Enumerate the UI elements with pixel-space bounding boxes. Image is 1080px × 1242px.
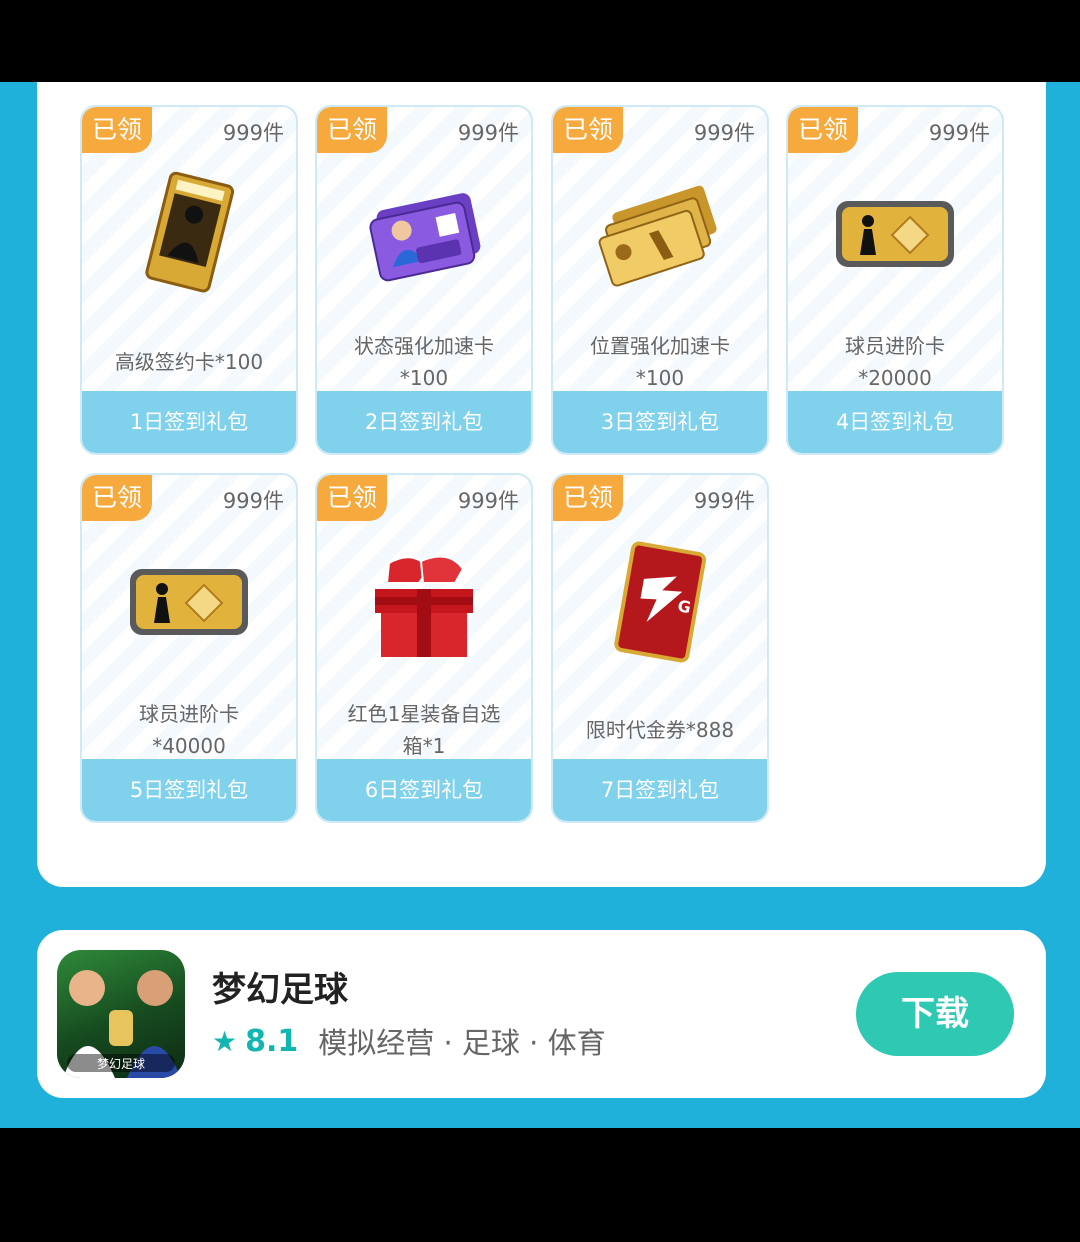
- app-download-card[interactable]: 梦幻足球 梦幻足球 ★ 8.1 模拟经营 · 足球 · 体育 下载: [37, 930, 1046, 1098]
- day-label: 2日签到礼包: [317, 391, 531, 453]
- gift-card-day6[interactable]: 已领 999件 红色1星装备自选 箱*1 6日签到礼包: [315, 473, 533, 823]
- claimed-badge: 已领: [553, 107, 623, 153]
- gift-card-day4[interactable]: 已领 999件 球员进阶卡 *20000 4日签到礼包: [786, 105, 1004, 455]
- app-tags: 模拟经营 · 足球 · 体育: [318, 1026, 606, 1060]
- item-count: 999件: [928, 121, 990, 145]
- claimed-badge: 已领: [553, 475, 623, 521]
- gift-card-day2[interactable]: 已领 999件 状态强化加速卡 *100 2日签到礼包: [315, 105, 533, 455]
- gift-card-day5[interactable]: 已领 999件 球员进阶卡 *40000 5日签到礼包: [80, 473, 298, 823]
- app-name: 梦幻足球: [212, 970, 348, 1010]
- app-icon[interactable]: 梦幻足球: [57, 950, 185, 1078]
- item-count: 999件: [457, 489, 519, 513]
- item-count: 999件: [222, 121, 284, 145]
- contract-card-icon: [82, 165, 296, 305]
- voucher-card-icon: G: [553, 533, 767, 673]
- gift-card-day1[interactable]: 已领 999件 高级签约卡*100 1日签到礼包: [80, 105, 298, 455]
- day-label: 7日签到礼包: [553, 759, 767, 821]
- claimed-badge: 已领: [82, 475, 152, 521]
- speedup-card-icon: [317, 165, 531, 305]
- gift-card-day3[interactable]: 已领 999件 位置强化加速卡 *100 3日签到礼包: [551, 105, 769, 455]
- claimed-badge: 已领: [788, 107, 858, 153]
- star-icon: ★: [212, 1024, 238, 1058]
- day-label: 3日签到礼包: [553, 391, 767, 453]
- claimed-badge: 已领: [82, 107, 152, 153]
- download-button[interactable]: 下载: [856, 972, 1014, 1056]
- rating-score: 8.1: [245, 1023, 299, 1059]
- item-count: 999件: [693, 121, 755, 145]
- claimed-badge: 已领: [317, 107, 387, 153]
- rating-row: ★ 8.1 模拟经营 · 足球 · 体育: [212, 1020, 606, 1062]
- gift-box-shoes-icon: [317, 533, 531, 673]
- claimed-badge: 已领: [317, 475, 387, 521]
- item-count: 999件: [222, 489, 284, 513]
- gift-panel: 已领 999件 高级签约卡*100 1日签到礼包 已领 999件 状态强化加速卡…: [37, 82, 1046, 887]
- player-advance-card-icon: [788, 165, 1002, 305]
- day-label: 1日签到礼包: [82, 391, 296, 453]
- day-label: 6日签到礼包: [317, 759, 531, 821]
- gift-card-day7[interactable]: 已领 999件 G 限时代金券*888 7日签到礼包: [551, 473, 769, 823]
- day-label: 5日签到礼包: [82, 759, 296, 821]
- app-icon-text: 梦幻足球: [97, 1057, 145, 1071]
- gold-tickets-icon: [553, 165, 767, 305]
- item-count: 999件: [693, 489, 755, 513]
- day-label: 4日签到礼包: [788, 391, 1002, 453]
- player-advance-card-icon: [82, 533, 296, 673]
- item-count: 999件: [457, 121, 519, 145]
